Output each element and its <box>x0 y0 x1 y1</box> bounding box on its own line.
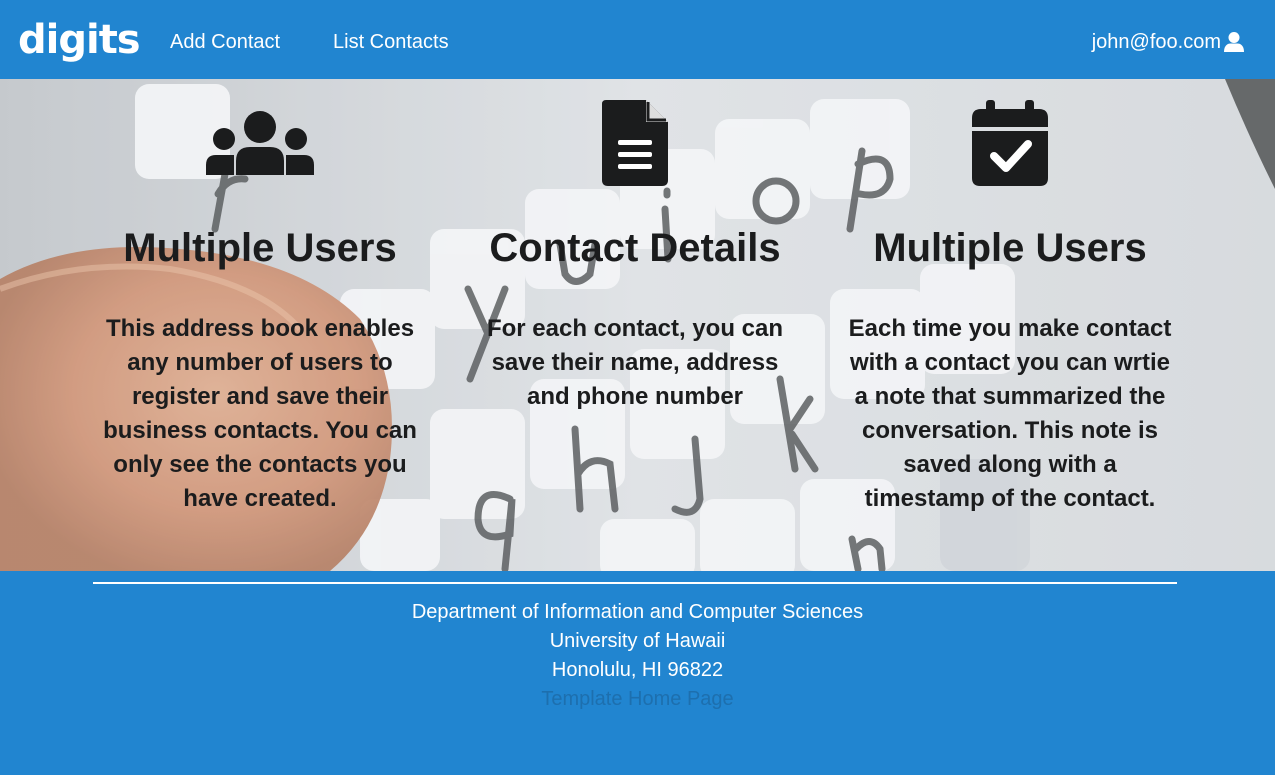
user-email: john@foo.com <box>1091 31 1221 53</box>
feature-description: For each contact, you can save their nam… <box>486 315 784 410</box>
feature-description: This address book enables any number of … <box>103 315 417 512</box>
footer-department: Department of Information and Computer S… <box>411 601 864 623</box>
footer-city: Honolulu, HI 96822 <box>551 659 724 681</box>
footer-address: Department of Information and Computer S… <box>0 598 1275 714</box>
user-icon <box>1224 32 1244 52</box>
users-icon <box>90 109 430 175</box>
calendar-check-icon <box>840 100 1180 186</box>
feature-title: Multiple Users <box>123 226 397 270</box>
feature-title: Contact Details <box>489 226 781 270</box>
brand-logo[interactable]: digits <box>18 14 141 66</box>
feature-title: Multiple Users <box>873 226 1147 270</box>
template-home-link[interactable]: Template Home Page <box>0 685 1275 714</box>
nav-list-contacts[interactable]: List Contacts <box>333 28 449 56</box>
file-text-icon <box>465 100 805 186</box>
footer: Department of Information and Computer S… <box>0 571 1275 775</box>
footer-university: University of Hawaii <box>549 630 726 652</box>
footer-divider <box>93 582 1177 584</box>
nav-add-contact[interactable]: Add Contact <box>170 28 280 56</box>
top-menu: digits Add Contact List Contacts john@fo… <box>0 0 1275 79</box>
landing-hero: Multiple Users This address book enables… <box>0 79 1275 571</box>
feature-description: Each time you make contact with a contac… <box>848 315 1172 512</box>
user-dropdown[interactable]: john@foo.com <box>1092 28 1245 56</box>
